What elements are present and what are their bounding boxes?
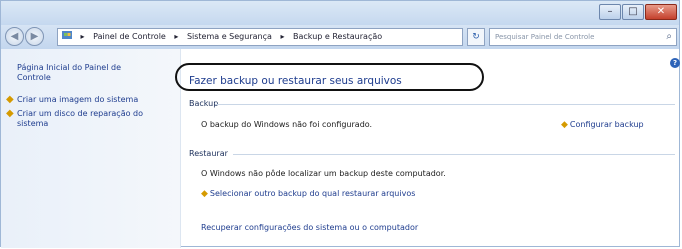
maximize-button[interactable]: □ <box>622 4 644 20</box>
shield-icon: ◆ <box>201 189 208 199</box>
section-divider <box>215 104 675 105</box>
address-bar[interactable]: ▸ Painel de Controle ▸ Sistema e Seguran… <box>57 28 463 46</box>
help-icon[interactable]: ? <box>670 58 680 68</box>
control-panel-icon <box>62 31 72 39</box>
configure-backup-link[interactable]: ◆ Configurar backup <box>561 120 644 130</box>
breadcrumb-separator: ▸ <box>80 32 85 41</box>
sidebar: Página Inicial do Painel de Controle ◆ C… <box>1 49 181 248</box>
breadcrumb-separator: ▸ <box>280 32 285 41</box>
breadcrumb-control-panel[interactable]: Painel de Controle <box>93 29 166 45</box>
forward-button[interactable]: ▶ <box>25 27 44 46</box>
page-title: Fazer backup ou restaurar seus arquivos <box>189 75 402 87</box>
refresh-button[interactable]: ↻ <box>467 28 485 46</box>
select-other-backup-label: Selecionar outro backup do qual restaura… <box>209 189 416 198</box>
backup-status-text: O backup do Windows não foi configurado. <box>201 120 373 129</box>
restore-section-title: Restaurar <box>189 149 228 158</box>
restore-status-text: O Windows não pôde localizar um backup d… <box>201 169 446 178</box>
control-panel-window: – □ ✕ ◀ ▶ ▸ Painel de Controle ▸ Sistema… <box>0 0 681 248</box>
section-divider <box>233 154 675 155</box>
title-bar: – □ ✕ <box>1 1 679 25</box>
backup-section-title: Backup <box>189 99 219 108</box>
select-other-backup-link[interactable]: ◆ Selecionar outro backup do qual restaur… <box>201 189 415 199</box>
sidebar-create-repair-disc[interactable]: Criar um disco de reparação do sistema <box>17 109 165 129</box>
configure-backup-label: Configurar backup <box>569 120 644 129</box>
sidebar-home-link[interactable]: Página Inicial do Painel de Controle <box>17 63 157 83</box>
shield-icon: ◆ <box>6 108 14 119</box>
breadcrumb-separator: ▸ <box>174 32 179 41</box>
back-button[interactable]: ◀ <box>5 27 24 46</box>
main-content: ? Fazer backup ou restaurar seus arquivo… <box>175 49 681 248</box>
minimize-button[interactable]: – <box>599 4 621 20</box>
magnifier-icon[interactable]: ⌕ <box>666 29 672 45</box>
search-placeholder: Pesquisar Painel de Controle <box>495 33 595 41</box>
breadcrumb-backup-restore[interactable]: Backup e Restauração <box>293 29 382 45</box>
search-input[interactable]: Pesquisar Painel de Controle ⌕ <box>489 28 677 46</box>
navigation-bar: ◀ ▶ ▸ Painel de Controle ▸ Sistema e Seg… <box>1 25 679 49</box>
sidebar-create-system-image[interactable]: Criar uma imagem do sistema <box>17 95 167 105</box>
shield-icon: ◆ <box>561 120 568 130</box>
breadcrumb-system-security[interactable]: Sistema e Segurança <box>187 29 272 45</box>
close-button[interactable]: ✕ <box>645 4 677 20</box>
shield-icon: ◆ <box>6 94 14 105</box>
recover-settings-link[interactable]: Recuperar configurações do sistema ou o … <box>201 223 418 232</box>
